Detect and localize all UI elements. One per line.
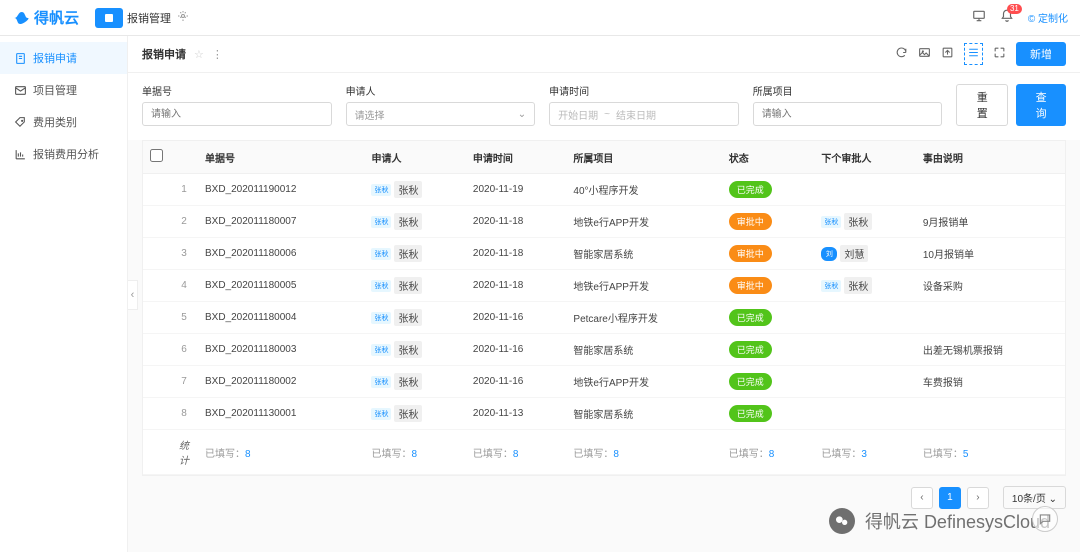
table-row[interactable]: 7 BXD_202011180002 张秋张秋 2020-11-16 地铁e行A… — [143, 366, 1065, 398]
image-icon[interactable] — [918, 46, 931, 62]
select-all-checkbox[interactable] — [150, 149, 163, 162]
favorite-icon[interactable]: ☆ — [194, 48, 204, 61]
module-title: 报销管理 — [127, 10, 171, 26]
filter-label-time: 申请时间 — [549, 83, 739, 98]
search-button[interactable]: 查询 — [1016, 84, 1066, 126]
page-toolbar: 新增 — [895, 42, 1066, 66]
export-icon[interactable] — [941, 46, 954, 62]
sidebar-item-project[interactable]: 项目管理 — [0, 74, 127, 106]
module-badge[interactable] — [95, 8, 123, 28]
col-applicant: 申请人 — [365, 141, 466, 174]
page-next[interactable]: › — [967, 487, 989, 509]
table-row[interactable]: 1 BXD_202011190012 张秋张秋 2020-11-19 40°小程… — [143, 174, 1065, 206]
table-row[interactable]: 5 BXD_202011180004 张秋张秋 2020-11-16 Petca… — [143, 302, 1065, 334]
col-project: 所属项目 — [567, 141, 722, 174]
table-header-row: 单据号 申请人 申请时间 所属项目 状态 下个审批人 事由说明 — [143, 141, 1065, 174]
page-current[interactable]: 1 — [939, 487, 961, 509]
user-menu[interactable]: © 定制化 — [1028, 10, 1068, 25]
topbar-actions: 31 © 定制化 — [972, 9, 1068, 26]
main-content: 报销申请 ☆ ⋮ 新增 单据号 申请人 请选择 ⌄ — [128, 36, 1080, 552]
doc-icon — [14, 52, 27, 65]
reset-button[interactable]: 重置 — [956, 84, 1008, 126]
wechat-icon — [829, 508, 855, 534]
data-table: 单据号 申请人 申请时间 所属项目 状态 下个审批人 事由说明 1 BXD_20… — [142, 140, 1066, 476]
page-prev[interactable]: ‹ — [911, 487, 933, 509]
monitor-icon[interactable] — [972, 9, 986, 26]
more-icon[interactable]: ⋮ — [212, 48, 223, 61]
sidebar-item-category[interactable]: 费用类别 — [0, 106, 127, 138]
sidebar-collapse[interactable]: ‹ — [128, 280, 138, 310]
brand-logo[interactable]: 得帆云 — [12, 7, 79, 28]
page-header: 报销申请 ☆ ⋮ 新增 — [128, 36, 1080, 73]
notification-count: 31 — [1007, 4, 1022, 14]
filter-label-orderno: 单据号 — [142, 83, 332, 98]
table-row[interactable]: 4 BXD_202011180005 张秋张秋 2020-11-18 地铁e行A… — [143, 270, 1065, 302]
expand-icon[interactable] — [993, 46, 1006, 62]
sidebar-item-analysis[interactable]: 报销费用分析 — [0, 138, 127, 170]
date-range-input[interactable]: 开始日期 ~ 结束日期 — [549, 102, 739, 126]
filter-label-applicant: 申请人 — [346, 83, 536, 98]
tag-icon — [14, 116, 27, 129]
sidebar-item-label: 费用类别 — [33, 114, 77, 130]
refresh-icon[interactable] — [895, 46, 908, 62]
table-row[interactable]: 6 BXD_202011180003 张秋张秋 2020-11-16 智能家居系… — [143, 334, 1065, 366]
chart-icon — [14, 148, 27, 161]
mail-icon — [14, 84, 27, 97]
col-reason: 事由说明 — [917, 141, 1065, 174]
col-next: 下个审批人 — [815, 141, 916, 174]
project-input[interactable] — [753, 102, 943, 126]
chat-float-button[interactable] — [1032, 506, 1058, 532]
list-view-icon[interactable] — [964, 43, 983, 65]
table-row[interactable]: 2 BXD_202011180007 张秋张秋 2020-11-18 地铁e行A… — [143, 206, 1065, 238]
summary-row: 统计 已填写：8 已填写：8 已填写：8 已填写：8 已填写：8 已填写：3 已… — [143, 430, 1065, 475]
applicant-select[interactable]: 请选择 ⌄ — [346, 102, 536, 126]
order-no-input[interactable] — [142, 102, 332, 126]
col-orderno: 单据号 — [199, 141, 365, 174]
col-time: 申请时间 — [467, 141, 568, 174]
sidebar-item-label: 报销费用分析 — [33, 146, 99, 162]
page-title: 报销申请 — [142, 46, 186, 62]
settings-icon[interactable] — [177, 10, 189, 25]
sidebar-item-label: 项目管理 — [33, 82, 77, 98]
brand-icon — [12, 9, 30, 27]
col-status: 状态 — [723, 141, 816, 174]
module-icon — [103, 12, 115, 24]
page-size-select[interactable]: 10条/页 ⌄ — [1003, 486, 1066, 509]
notification-bell[interactable]: 31 — [1000, 9, 1014, 26]
brand-text: 得帆云 — [34, 7, 79, 28]
sidebar-item-label: 报销申请 — [33, 50, 77, 66]
filter-bar: 单据号 申请人 请选择 ⌄ 申请时间 开始日期 ~ 结束日期 所属项目 — [128, 73, 1080, 140]
new-button[interactable]: 新增 — [1016, 42, 1066, 66]
topbar: 得帆云 报销管理 31 © 定制化 — [0, 0, 1080, 36]
table-row[interactable]: 8 BXD_202011130001 张秋张秋 2020-11-13 智能家居系… — [143, 398, 1065, 430]
sidebar-item-reimburse[interactable]: 报销申请 — [0, 42, 127, 74]
chevron-down-icon: ⌄ — [518, 109, 526, 120]
sidebar: 报销申请 项目管理 费用类别 报销费用分析 — [0, 36, 128, 552]
table-row[interactable]: 3 BXD_202011180006 张秋张秋 2020-11-18 智能家居系… — [143, 238, 1065, 270]
watermark: 得帆云 DefinesysCloud — [829, 508, 1050, 534]
filter-label-project: 所属项目 — [753, 83, 943, 98]
